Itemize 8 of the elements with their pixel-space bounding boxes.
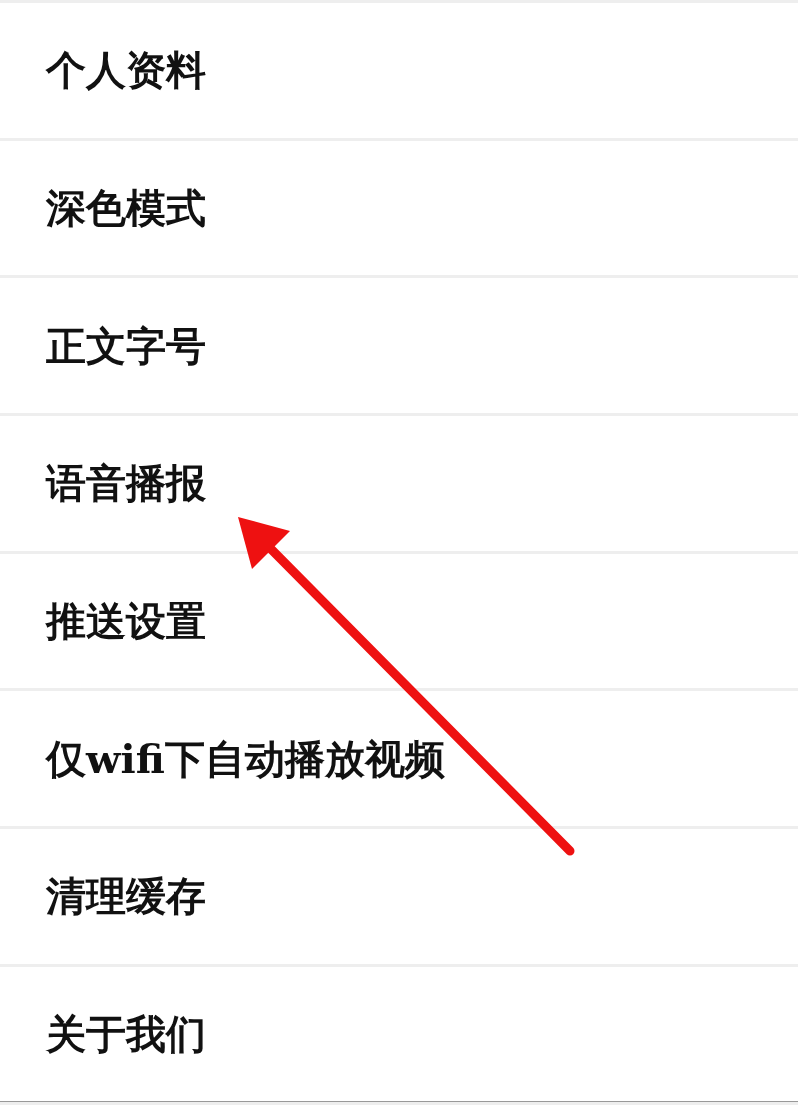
settings-item[interactable]: 关于我们 (46, 1012, 206, 1057)
settings-item[interactable]: 推送设置 (46, 599, 206, 644)
settings-item[interactable]: 深色模式 (46, 186, 206, 231)
settings-item[interactable]: 个人资料 (46, 48, 206, 93)
settings-item[interactable]: 正文字号 (46, 323, 206, 368)
settings-item[interactable]: 语音播报 (46, 461, 206, 506)
settings-item[interactable]: 仅wifi下自动播放视频 (46, 736, 445, 781)
settings-item[interactable]: 清理缓存 (46, 874, 206, 919)
